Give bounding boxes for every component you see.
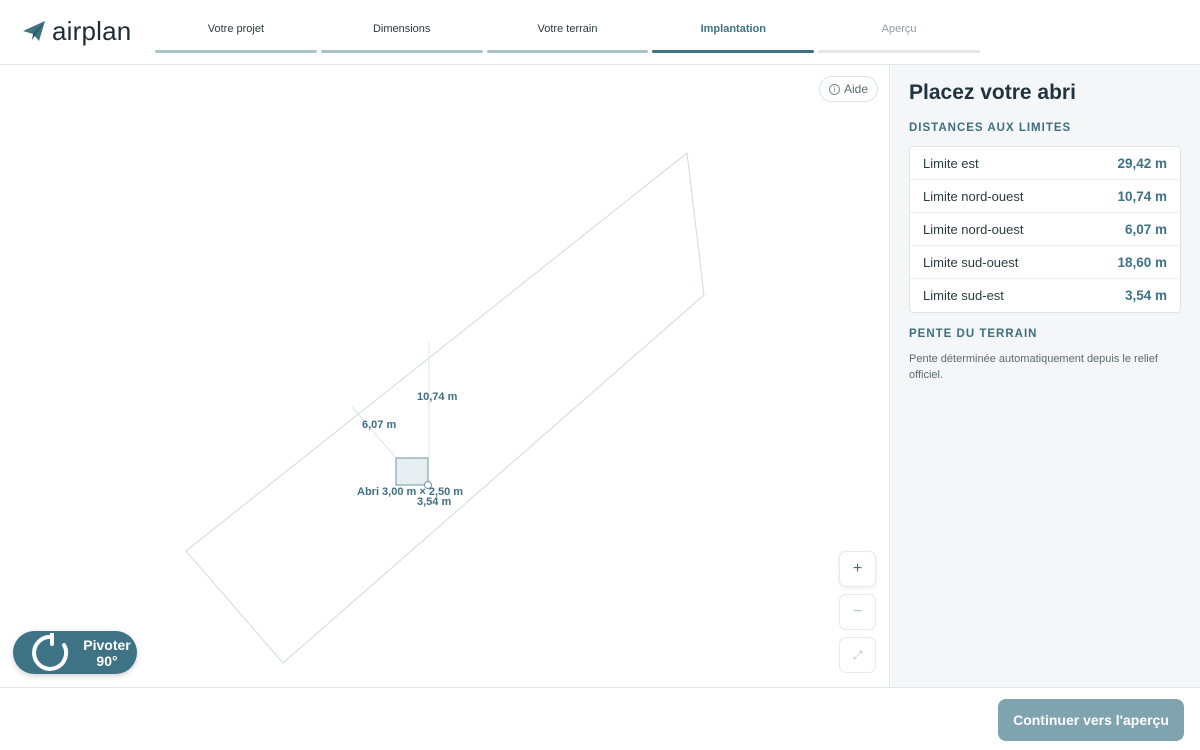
step-apercu[interactable]: Aperçu [818,0,980,53]
step-progress: Votre projet Dimensions Votre terrain Im… [155,0,980,65]
distance-value: 18,60 m [1117,254,1167,270]
shed-footprint [395,457,429,486]
step-dimensions[interactable]: Dimensions [320,0,483,53]
rotate-label: Pivoter 90° [77,637,137,669]
distance-value: 6,07 m [1124,221,1167,237]
help-button[interactable]: i Aide [819,76,879,102]
slope-section-title: PENTE DU TERRAIN [909,328,1038,340]
distance-value: 10,74 m [1117,188,1167,204]
paper-plane-icon [23,21,45,41]
logo[interactable]: airplan [22,17,131,45]
expand-icon: ⤢ [852,647,863,662]
site-plan-drawing [185,152,705,664]
step-label: Implantation [700,23,766,35]
rotate-label-line-1: Pivoter [83,637,131,653]
distance-row: Limite nord-ouest 10,74 m [910,180,1180,213]
distance-value: 3,54 m [1124,288,1167,303]
panel-title: Placez votre abri [909,81,1076,104]
plus-icon: + [852,560,863,577]
distance-name: Limite sud-est [923,288,1004,303]
step-label: Dimensions [372,23,431,35]
top-bar: airplan Votre projet Dimensions Votre te… [0,0,1200,65]
step-bar [486,50,649,53]
distance-name: Limite nord-ouest [923,188,1024,204]
step-votre-terrain[interactable]: Votre terrain [486,0,649,53]
distance-name: Limite est [923,155,979,171]
step-label: Votre terrain [537,23,598,35]
bottom-bar: Continuer vers l'aperçu [0,687,1200,750]
step-bar [818,50,980,53]
step-votre-projet[interactable]: Votre projet [155,0,317,53]
distance-row: Limite sud-est 3,54 m [910,279,1180,312]
info-icon: i [829,83,840,95]
site-plan-map[interactable]: 10,74 m 6,07 m Abri 3,00 m × 2,50 m 3,54… [0,65,890,687]
step-label: Votre projet [207,23,265,35]
rotate-90-button[interactable]: Pivoter 90° [13,631,137,674]
continue-button[interactable]: Continuer vers l'aperçu [998,699,1184,741]
parcel-outline [185,152,705,664]
rotate-label-line-2: 90° [96,653,118,669]
help-label: Aide [844,82,869,96]
slope-note: Pente déterminée automatiquement depuis … [909,353,1158,381]
distances-table: Limite est 29,42 m Limite nord-ouest 10,… [909,146,1181,313]
fit-view-button[interactable]: ⤢ [839,637,876,673]
step-bar [320,50,483,53]
distance-name: Limite nord-ouest [923,221,1024,237]
zoom-in-button[interactable]: + [839,551,876,587]
distances-section-title: DISTANCES AUX LIMITES [909,122,1072,134]
distance-row: Limite sud-ouest 18,60 m [910,246,1180,279]
distance-row: Limite est 29,42 m [910,147,1180,180]
rotate-icon [32,633,68,671]
distance-value: 29,42 m [1117,155,1167,171]
logo-text: airplan [52,16,132,46]
placement-panel: Placez votre abri DISTANCES AUX LIMITES … [891,65,1200,687]
zoom-out-button[interactable]: − [839,594,876,630]
step-label: Aperçu [881,23,917,35]
distance-label-south-east: 3,54 m [417,496,452,508]
distance-row: Limite nord-ouest 6,07 m [910,213,1180,246]
step-bar [652,50,815,53]
step-bar [155,50,317,53]
distance-line-north-west-2 [351,406,397,459]
distance-label-north-west-2: 6,07 m [362,419,397,431]
step-implantation[interactable]: Implantation [652,0,815,53]
minus-icon: − [852,603,863,620]
distance-label-north-west-1: 10,74 m [417,391,458,403]
distance-name: Limite sud-ouest [923,254,1019,270]
